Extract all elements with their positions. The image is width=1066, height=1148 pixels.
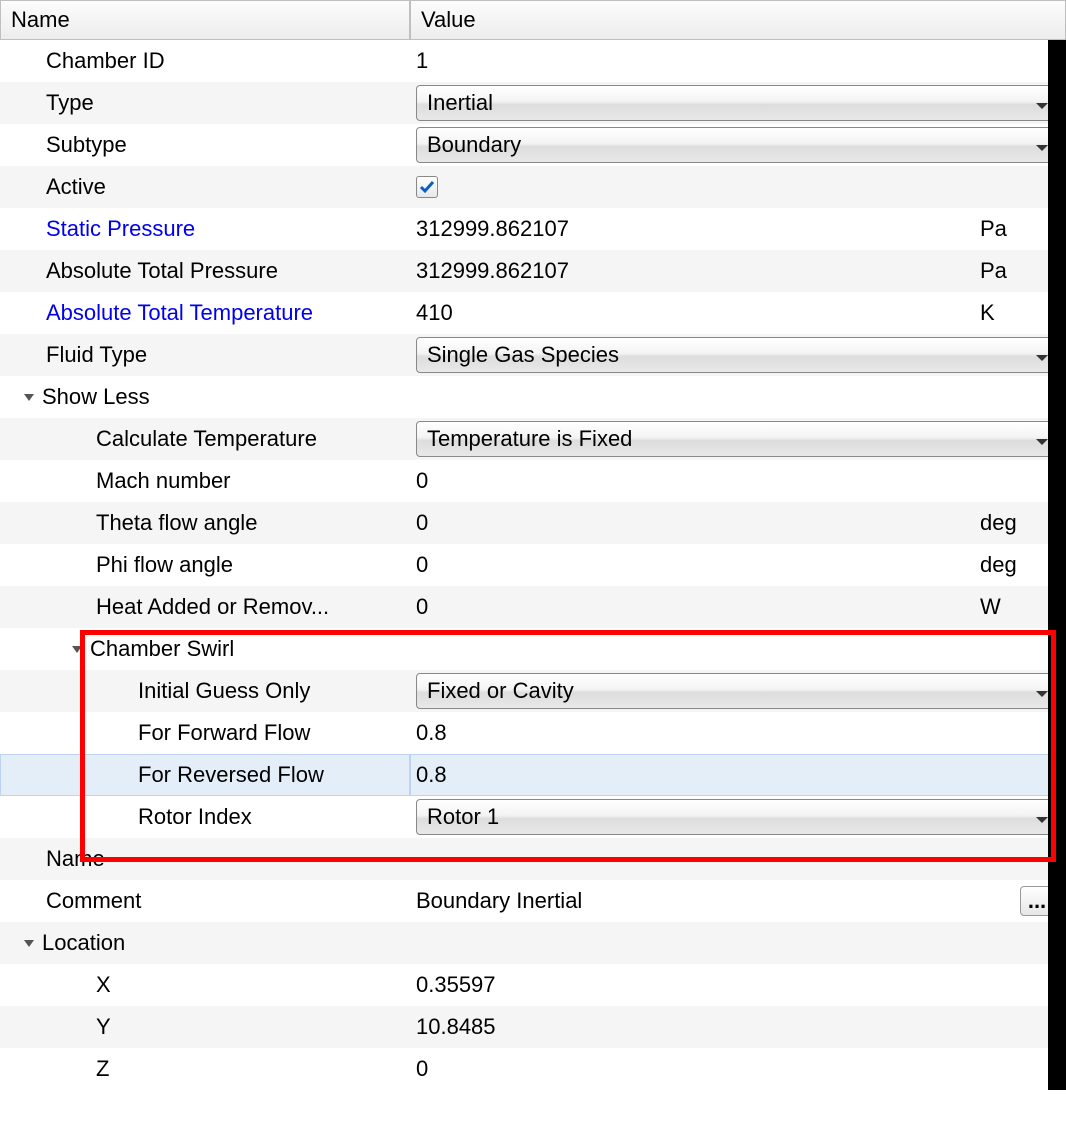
row-y-value[interactable]: 10.8485 xyxy=(410,1006,1066,1048)
row-chamber-id-value[interactable]: 1 xyxy=(410,40,1066,82)
row-fluid-type-value: Single Gas Species xyxy=(410,334,1066,376)
subtype-combobox[interactable]: Boundary xyxy=(416,127,1060,163)
row-location-value xyxy=(410,922,1066,964)
row-chamber-id-label[interactable]: Chamber ID xyxy=(0,40,410,82)
row-abs-total-pressure-value[interactable]: 312999.862107 Pa xyxy=(410,250,1066,292)
row-fwd-flow-value[interactable]: 0.8 xyxy=(410,712,1066,754)
header-name[interactable]: Name xyxy=(0,0,410,40)
row-subtype-value: Boundary xyxy=(410,124,1066,166)
row-type-label[interactable]: Type xyxy=(0,82,410,124)
row-mach-label[interactable]: Mach number xyxy=(0,460,410,502)
chevron-down-icon xyxy=(1035,804,1049,830)
row-chamber-swirl[interactable]: Chamber Swirl xyxy=(0,628,410,670)
collapse-icon[interactable] xyxy=(20,937,38,949)
row-location[interactable]: Location xyxy=(0,922,410,964)
chevron-down-icon xyxy=(1035,132,1049,158)
row-static-pressure-value[interactable]: 312999.862107 Pa xyxy=(410,208,1066,250)
row-phi-value[interactable]: 0 deg xyxy=(410,544,1066,586)
row-rev-flow-value[interactable]: 0.8 xyxy=(410,754,1066,796)
row-abs-total-temp-value[interactable]: 410 K xyxy=(410,292,1066,334)
row-chamber-swirl-value xyxy=(410,628,1066,670)
scrollbar-track[interactable] xyxy=(1048,40,1066,1090)
row-name2-label[interactable]: Name xyxy=(0,838,410,880)
row-comment-label[interactable]: Comment xyxy=(0,880,410,922)
row-comment-value[interactable]: Boundary Inertial ... xyxy=(410,880,1066,922)
row-fwd-flow-label[interactable]: For Forward Flow xyxy=(0,712,410,754)
row-phi-label[interactable]: Phi flow angle xyxy=(0,544,410,586)
row-active-value xyxy=(410,166,1066,208)
row-type-value: Inertial xyxy=(410,82,1066,124)
fluid-type-combobox[interactable]: Single Gas Species xyxy=(416,337,1060,373)
row-mach-value[interactable]: 0 xyxy=(410,460,1066,502)
row-rotor-idx-value: Rotor 1 xyxy=(410,796,1066,838)
row-abs-total-temp-label[interactable]: Absolute Total Temperature xyxy=(0,292,410,334)
row-theta-label[interactable]: Theta flow angle xyxy=(0,502,410,544)
collapse-icon[interactable] xyxy=(68,643,86,655)
row-calc-temp-label[interactable]: Calculate Temperature xyxy=(0,418,410,460)
row-x-value[interactable]: 0.35597 xyxy=(410,964,1066,1006)
header-value[interactable]: Value xyxy=(410,0,1066,40)
row-init-guess-value: Fixed or Cavity xyxy=(410,670,1066,712)
row-rev-flow-label[interactable]: For Reversed Flow xyxy=(0,754,410,796)
row-show-less-value xyxy=(410,376,1066,418)
row-heat-label[interactable]: Heat Added or Remov... xyxy=(0,586,410,628)
row-z-value[interactable]: 0 xyxy=(410,1048,1066,1090)
row-init-guess-label[interactable]: Initial Guess Only xyxy=(0,670,410,712)
row-calc-temp-value: Temperature is Fixed xyxy=(410,418,1066,460)
row-name2-value[interactable] xyxy=(410,838,1066,880)
calc-temp-combobox[interactable]: Temperature is Fixed xyxy=(416,421,1060,457)
row-static-pressure-label[interactable]: Static Pressure xyxy=(0,208,410,250)
row-fluid-type-label[interactable]: Fluid Type xyxy=(0,334,410,376)
chevron-down-icon xyxy=(1035,90,1049,116)
active-checkbox[interactable] xyxy=(416,176,438,198)
row-subtype-label[interactable]: Subtype xyxy=(0,124,410,166)
row-abs-total-pressure-label[interactable]: Absolute Total Pressure xyxy=(0,250,410,292)
collapse-icon[interactable] xyxy=(20,391,38,403)
row-heat-value[interactable]: 0 W xyxy=(410,586,1066,628)
chevron-down-icon xyxy=(1035,678,1049,704)
row-show-less[interactable]: Show Less xyxy=(0,376,410,418)
row-theta-value[interactable]: 0 deg xyxy=(410,502,1066,544)
row-active-label[interactable]: Active xyxy=(0,166,410,208)
row-x-label[interactable]: X xyxy=(0,964,410,1006)
property-grid: Name Value Chamber ID 1 Type Inertial Su… xyxy=(0,0,1066,1090)
chevron-down-icon xyxy=(1035,426,1049,452)
chevron-down-icon xyxy=(1035,342,1049,368)
row-rotor-idx-label[interactable]: Rotor Index xyxy=(0,796,410,838)
rotor-index-combobox[interactable]: Rotor 1 xyxy=(416,799,1060,835)
row-z-label[interactable]: Z xyxy=(0,1048,410,1090)
init-guess-combobox[interactable]: Fixed or Cavity xyxy=(416,673,1060,709)
row-y-label[interactable]: Y xyxy=(0,1006,410,1048)
type-combobox[interactable]: Inertial xyxy=(416,85,1060,121)
